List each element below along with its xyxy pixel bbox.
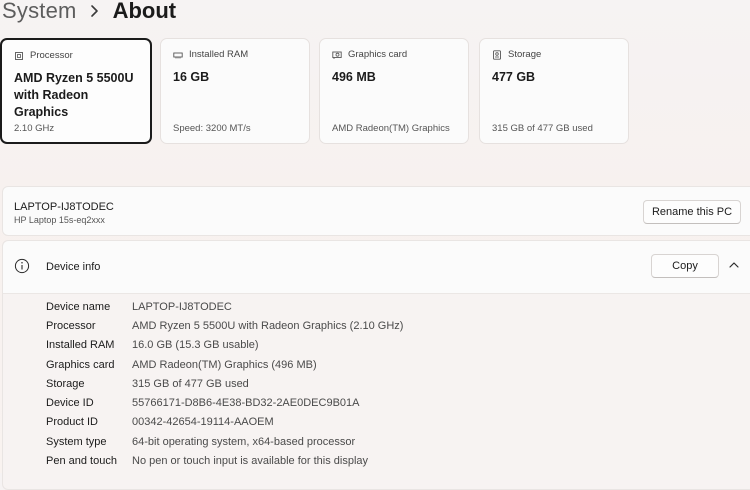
card-label: Installed RAM [189, 49, 249, 60]
graphics-card-card[interactable]: Graphics card 496 MB AMD Radeon(TM) Grap… [319, 38, 469, 144]
card-value: 477 GB [492, 70, 536, 84]
spec-label: Device ID [46, 397, 94, 410]
card-subtext: AMD Radeon(TM) Graphics [332, 123, 450, 134]
ram-icon [173, 52, 183, 58]
spec-row-device-id: Device ID 55766171-D8B6-4E38-BD32-2AE0DE… [46, 393, 403, 412]
device-info-header[interactable]: Device info Copy [3, 241, 750, 294]
processor-card[interactable]: Processor AMD Ryzen 5 5500U with Radeon … [0, 38, 152, 144]
device-info-panel: Device info Copy Device name LAPTOP-IJ8T… [2, 240, 750, 490]
pc-name: LAPTOP-IJ8TODEC [14, 201, 114, 213]
card-value: 16 GB [173, 70, 210, 84]
spec-label: Device name [46, 300, 111, 313]
spec-row-storage: Storage 315 GB of 477 GB used [46, 374, 403, 393]
info-icon [14, 258, 30, 274]
card-label: Processor [30, 50, 73, 61]
device-info-title: Device info [46, 261, 101, 273]
card-subtext: 2.10 GHz [14, 123, 55, 134]
card-subtext: Speed: 3200 MT/s [173, 123, 251, 134]
card-value: AMD Ryzen 5 5500U with Radeon Graphics [14, 71, 134, 119]
chevron-up-icon[interactable] [728, 260, 740, 270]
spec-value: 00342-42654-19114-AAOEM [132, 416, 274, 429]
breadcrumb-system-link[interactable]: System [2, 0, 77, 24]
processor-icon [15, 51, 23, 60]
spec-label: Installed RAM [46, 339, 115, 352]
spec-value: AMD Radeon(TM) Graphics (496 MB) [132, 358, 317, 371]
spec-row-product-id: Product ID 00342-42654-19114-AAOEM [46, 413, 403, 432]
storage-card[interactable]: Storage 477 GB 315 GB of 477 GB used [479, 38, 629, 144]
storage-icon [493, 49, 501, 60]
rename-pc-button[interactable]: Rename this PC [643, 200, 741, 224]
spec-label: Pen and touch [46, 455, 117, 468]
spec-value: 64-bit operating system, x64-based proce… [132, 435, 356, 448]
copy-button[interactable]: Copy [651, 254, 719, 278]
spec-row-processor: Processor AMD Ryzen 5 5500U with Radeon … [46, 316, 403, 335]
spec-row-system-type: System type 64-bit operating system, x64… [46, 432, 403, 451]
pc-name-panel: LAPTOP-IJ8TODEC HP Laptop 15s-eq2xxx Ren… [2, 186, 750, 236]
card-value: 496 MB [332, 70, 376, 84]
ram-card[interactable]: Installed RAM 16 GB Speed: 3200 MT/s [160, 38, 310, 144]
spec-row-device-name: Device name LAPTOP-IJ8TODEC [46, 297, 403, 316]
spec-value: LAPTOP-IJ8TODEC [132, 300, 232, 313]
spec-label: System type [46, 435, 107, 448]
spec-value: AMD Ryzen 5 5500U with Radeon Graphics (… [132, 319, 404, 332]
pc-model: HP Laptop 15s-eq2xxx [14, 215, 105, 225]
spec-value: 315 GB of 477 GB used [132, 377, 249, 390]
spec-row-pen-and-touch: Pen and touch No pen or touch input is a… [46, 451, 403, 470]
card-label: Storage [508, 49, 542, 60]
spec-label: Storage [46, 377, 85, 390]
spec-value: No pen or touch input is available for t… [132, 455, 369, 468]
spec-value: 16.0 GB (15.3 GB usable) [132, 339, 259, 352]
spec-row-graphics-card: Graphics card AMD Radeon(TM) Graphics (4… [46, 355, 403, 374]
device-spec-list: Device name LAPTOP-IJ8TODEC Processor AM… [46, 297, 403, 471]
spec-label: Processor [46, 319, 96, 332]
spec-value: 55766171-D8B6-4E38-BD32-2AE0DEC9B01A [132, 397, 360, 410]
page-title: About [112, 0, 177, 23]
spec-row-installed-ram: Installed RAM 16.0 GB (15.3 GB usable) [46, 336, 403, 355]
card-subtext: 315 GB of 477 GB used [492, 123, 593, 134]
card-label: Graphics card [348, 49, 408, 60]
spec-label: Product ID [46, 416, 98, 429]
graphics-card-icon [332, 51, 342, 59]
breadcrumb: System About [2, 0, 176, 28]
chevron-right-icon [90, 5, 98, 17]
spec-label: Graphics card [46, 358, 115, 371]
